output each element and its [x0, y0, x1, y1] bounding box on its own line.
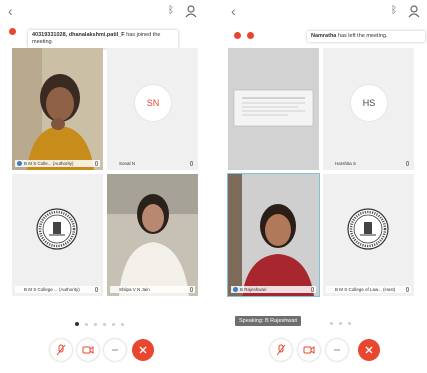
right-phone-screen: ‹ ᛒ Namratha has left the meeting. HS Ha…	[223, 0, 427, 373]
call-controls	[0, 339, 204, 363]
participant-nameplate: B M S College of Law... (Host)	[326, 286, 411, 293]
video-toggle-button[interactable]	[298, 339, 320, 361]
top-bar: ‹ ᛒ	[0, 0, 204, 24]
college-seal-logo	[36, 208, 78, 250]
mic-icon	[406, 287, 409, 292]
participant-name: Shilpa V N Jain	[119, 287, 150, 292]
video-tile-2[interactable]: HS Harshita S	[323, 48, 414, 170]
red-status-dot	[247, 32, 254, 39]
participant-name: B M S College of Law... (Host)	[335, 287, 396, 292]
participant-video-feed	[228, 174, 319, 296]
active-speaker-label: Speaking: B Rajeshwari	[235, 316, 302, 326]
participant-video-feed	[107, 174, 198, 296]
call-controls	[223, 339, 427, 363]
bluetooth-icon[interactable]: ᛒ	[391, 5, 397, 16]
top-bar: ‹ ᛒ	[223, 0, 427, 24]
participant-name: Harshita S	[335, 161, 357, 166]
mic-icon	[95, 161, 98, 166]
more-icon	[334, 349, 340, 351]
page-indicator[interactable]	[327, 322, 354, 325]
video-tile-3[interactable]: B M S College ... (Authority)	[12, 174, 103, 296]
left-phone-screen: ‹ ᛒ 40319331028, dhanalakshmi.patil_F ha…	[0, 0, 204, 373]
participant-name: B M S College ... (Authority)	[24, 287, 80, 292]
mic-icon	[190, 161, 193, 166]
video-grid: HS Harshita S B Rajeshwari B M S College…	[227, 48, 414, 298]
page-dot[interactable]	[112, 323, 115, 326]
mute-button[interactable]	[50, 339, 72, 361]
page-dot[interactable]	[348, 322, 351, 325]
video-tile-1[interactable]	[228, 48, 319, 170]
toast-meeting-id: 40319331028,	[32, 32, 68, 38]
more-button[interactable]	[326, 339, 348, 361]
page-indicator[interactable]	[72, 322, 127, 326]
participant-video-feed	[12, 48, 103, 170]
participant-nameplate: Harshita S	[326, 160, 411, 167]
page-dot[interactable]	[94, 323, 97, 326]
video-tile-4[interactable]: Shilpa V N Jain	[107, 174, 198, 296]
toast-participant-name: Namratha	[311, 33, 337, 39]
bluetooth-icon[interactable]: ᛒ	[168, 5, 174, 16]
mic-icon	[406, 161, 409, 166]
leave-notification-toast: Namratha has left the meeting.	[307, 31, 425, 42]
mic-icon	[190, 287, 193, 292]
participant-nameplate: B M S College ... (Authority)	[15, 286, 100, 293]
mic-icon	[311, 287, 314, 292]
video-tile-1[interactable]: B M S Colle... (Authority)	[12, 48, 103, 170]
participant-name: Sonal N	[119, 161, 136, 166]
join-notification-toast: 40319331028, dhanalakshmi.patil_F has jo…	[28, 30, 178, 48]
mic-icon	[95, 287, 98, 292]
shared-screen-feed	[228, 48, 319, 170]
participant-nameplate: B Rajeshwari	[231, 286, 316, 293]
video-grid: B M S Colle... (Authority) SN Sonal N B …	[12, 48, 198, 298]
participant-avatar: SN	[134, 84, 172, 122]
mic-off-icon	[56, 344, 66, 356]
leave-meeting-button[interactable]	[358, 339, 380, 361]
signal-icon	[17, 161, 22, 166]
page-dot[interactable]	[339, 322, 342, 325]
participant-avatar: HS	[350, 84, 388, 122]
participant-name: B M S Colle... (Authority)	[24, 161, 74, 166]
video-tile-2[interactable]: SN Sonal N	[107, 48, 198, 170]
video-off-icon	[303, 346, 315, 354]
more-button[interactable]	[104, 339, 126, 361]
video-tile-3[interactable]: B Rajeshwari	[227, 173, 320, 297]
back-chevron-icon[interactable]: ‹	[8, 3, 13, 19]
page-dot[interactable]	[85, 323, 88, 326]
page-dot[interactable]	[121, 323, 124, 326]
participant-nameplate: B M S Colle... (Authority)	[15, 160, 100, 167]
page-dot[interactable]	[330, 322, 333, 325]
close-icon	[365, 346, 373, 354]
video-off-icon	[82, 346, 94, 354]
participants-icon[interactable]	[184, 4, 198, 18]
participant-nameplate: Shilpa V N Jain	[110, 286, 195, 293]
close-icon	[139, 346, 147, 354]
back-chevron-icon[interactable]: ‹	[231, 3, 236, 19]
signal-icon	[233, 287, 238, 292]
video-tile-4[interactable]: B M S College of Law... (Host)	[323, 174, 414, 296]
participant-nameplate: Sonal N	[110, 160, 195, 167]
participant-name: B Rajeshwari	[240, 287, 267, 292]
participants-icon[interactable]	[407, 4, 421, 18]
mic-off-icon	[276, 344, 286, 356]
leave-meeting-button[interactable]	[132, 339, 154, 361]
video-toggle-button[interactable]	[77, 339, 99, 361]
red-status-dot	[9, 28, 16, 35]
toast-message: has left the meeting.	[337, 33, 388, 39]
toast-participant-name: dhanalakshmi.patil_F	[68, 32, 125, 38]
page-dot-active[interactable]	[75, 322, 79, 326]
more-icon	[112, 349, 118, 351]
college-seal-logo	[347, 208, 389, 250]
mute-button[interactable]	[270, 339, 292, 361]
page-dot[interactable]	[103, 323, 106, 326]
red-status-dot	[234, 32, 241, 39]
